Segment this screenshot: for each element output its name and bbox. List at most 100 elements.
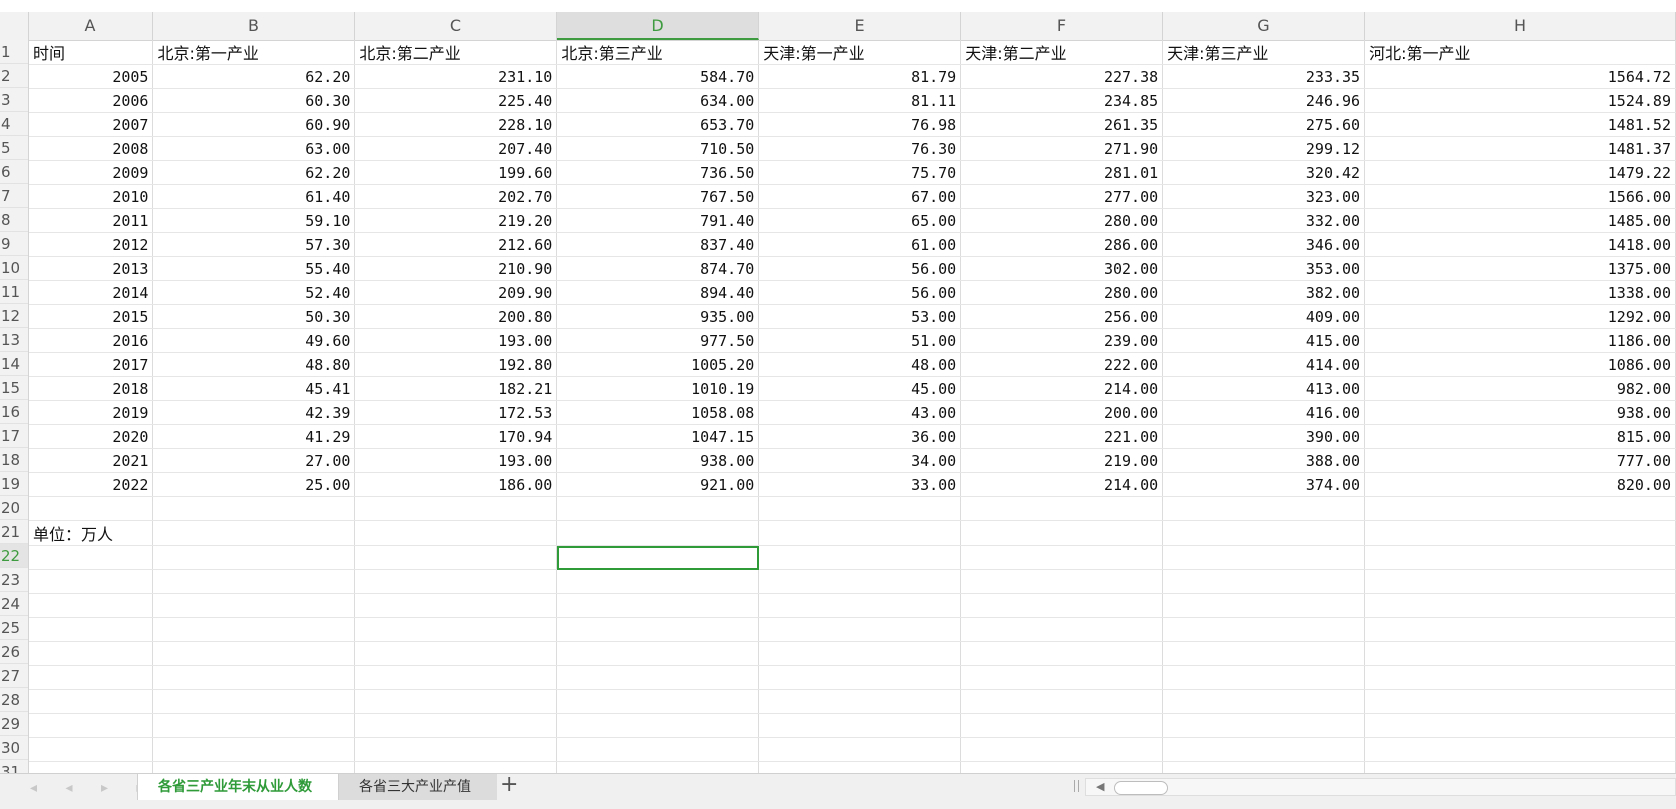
add-sheet-button[interactable]: + xyxy=(500,772,518,797)
column-header-d[interactable]: D xyxy=(557,12,759,40)
sheet-tab-second[interactable]: 各省三大产业产值 xyxy=(339,774,497,800)
cell-c29[interactable] xyxy=(354,713,558,738)
cell-b26[interactable] xyxy=(152,641,356,666)
cell-e20[interactable] xyxy=(758,496,962,521)
cell-b2[interactable]: 62.20 xyxy=(152,64,356,89)
cell-d28[interactable] xyxy=(556,689,760,714)
cell-e5[interactable]: 76.30 xyxy=(758,136,962,161)
row-header-23[interactable]: 23 xyxy=(0,568,28,592)
cell-b28[interactable] xyxy=(152,689,356,714)
cell-d20[interactable] xyxy=(556,496,760,521)
scroll-left-icon[interactable]: ◀ xyxy=(1096,779,1104,795)
row-header-7[interactable]: 7 xyxy=(0,184,28,208)
cell-e7[interactable]: 67.00 xyxy=(758,184,962,209)
column-header-b[interactable]: B xyxy=(153,12,355,40)
cell-e8[interactable]: 65.00 xyxy=(758,208,962,233)
cell-a9[interactable]: 2012 xyxy=(29,232,154,257)
cell-f19[interactable]: 214.00 xyxy=(960,472,1164,497)
cell-d17[interactable]: 1047.15 xyxy=(556,424,760,449)
cell-b5[interactable]: 63.00 xyxy=(152,136,356,161)
cell-c22[interactable] xyxy=(354,545,558,570)
cell-e14[interactable]: 48.00 xyxy=(758,352,962,377)
cell-g3[interactable]: 246.96 xyxy=(1162,88,1366,113)
cell-f24[interactable] xyxy=(960,593,1164,618)
cell-e2[interactable]: 81.79 xyxy=(758,64,962,89)
cell-d5[interactable]: 710.50 xyxy=(556,136,760,161)
cell-d12[interactable]: 935.00 xyxy=(556,304,760,329)
cell-h14[interactable]: 1086.00 xyxy=(1364,352,1676,377)
cell-b4[interactable]: 60.90 xyxy=(152,112,356,137)
cell-b7[interactable]: 61.40 xyxy=(152,184,356,209)
cell-f30[interactable] xyxy=(960,737,1164,762)
cell-g27[interactable] xyxy=(1162,665,1366,690)
cell-g20[interactable] xyxy=(1162,496,1366,521)
cell-b24[interactable] xyxy=(152,593,356,618)
cell-e19[interactable]: 33.00 xyxy=(758,472,962,497)
cell-b22[interactable] xyxy=(152,545,356,570)
cell-h15[interactable]: 982.00 xyxy=(1364,376,1676,401)
column-header-f[interactable]: F xyxy=(961,12,1163,40)
row-header-13[interactable]: 13 xyxy=(0,328,28,352)
column-header-c[interactable]: C xyxy=(355,12,557,40)
cell-d16[interactable]: 1058.08 xyxy=(556,400,760,425)
cell-g8[interactable]: 332.00 xyxy=(1162,208,1366,233)
cell-f11[interactable]: 280.00 xyxy=(960,280,1164,305)
cell-e12[interactable]: 53.00 xyxy=(758,304,962,329)
cell-b8[interactable]: 59.10 xyxy=(152,208,356,233)
cell-e10[interactable]: 56.00 xyxy=(758,256,962,281)
cell-e15[interactable]: 45.00 xyxy=(758,376,962,401)
cell-g23[interactable] xyxy=(1162,569,1366,594)
cell-a29[interactable] xyxy=(29,713,154,738)
cell-d26[interactable] xyxy=(556,641,760,666)
cell-f13[interactable]: 239.00 xyxy=(960,328,1164,353)
column-header-a[interactable]: A xyxy=(28,12,153,40)
cell-a26[interactable] xyxy=(29,641,154,666)
cell-e1[interactable]: 天津:第一产业 xyxy=(758,40,962,65)
cell-e26[interactable] xyxy=(758,641,962,666)
cell-a1[interactable]: 时间 xyxy=(29,40,154,65)
cell-g30[interactable] xyxy=(1162,737,1366,762)
cell-c12[interactable]: 200.80 xyxy=(354,304,558,329)
cell-d7[interactable]: 767.50 xyxy=(556,184,760,209)
cell-b29[interactable] xyxy=(152,713,356,738)
cell-a28[interactable] xyxy=(29,689,154,714)
cell-a17[interactable]: 2020 xyxy=(29,424,154,449)
cell-d10[interactable]: 874.70 xyxy=(556,256,760,281)
cell-a10[interactable]: 2013 xyxy=(29,256,154,281)
cell-g6[interactable]: 320.42 xyxy=(1162,160,1366,185)
cell-c1[interactable]: 北京:第二产业 xyxy=(354,40,558,65)
cell-e13[interactable]: 51.00 xyxy=(758,328,962,353)
cell-g17[interactable]: 390.00 xyxy=(1162,424,1366,449)
cell-f2[interactable]: 227.38 xyxy=(960,64,1164,89)
cell-c20[interactable] xyxy=(354,496,558,521)
cell-h24[interactable] xyxy=(1364,593,1676,618)
cell-g12[interactable]: 409.00 xyxy=(1162,304,1366,329)
cell-h27[interactable] xyxy=(1364,665,1676,690)
cell-d1[interactable]: 北京:第三产业 xyxy=(556,40,760,65)
cell-c25[interactable] xyxy=(354,617,558,642)
cell-h18[interactable]: 777.00 xyxy=(1364,448,1676,473)
cell-g16[interactable]: 416.00 xyxy=(1162,400,1366,425)
cell-h21[interactable] xyxy=(1364,520,1676,546)
cell-g19[interactable]: 374.00 xyxy=(1162,472,1366,497)
cell-b23[interactable] xyxy=(152,569,356,594)
cell-h13[interactable]: 1186.00 xyxy=(1364,328,1676,353)
cell-a7[interactable]: 2010 xyxy=(29,184,154,209)
cell-g22[interactable] xyxy=(1162,545,1366,570)
cell-e18[interactable]: 34.00 xyxy=(758,448,962,473)
row-header-8[interactable]: 8 xyxy=(0,208,28,232)
cell-b27[interactable] xyxy=(152,665,356,690)
cell-f5[interactable]: 271.90 xyxy=(960,136,1164,161)
cell-c9[interactable]: 212.60 xyxy=(354,232,558,257)
cell-f3[interactable]: 234.85 xyxy=(960,88,1164,113)
row-header-21[interactable]: 21 xyxy=(0,520,28,544)
cell-c27[interactable] xyxy=(354,665,558,690)
cell-c7[interactable]: 202.70 xyxy=(354,184,558,209)
cell-c3[interactable]: 225.40 xyxy=(354,88,558,113)
cell-d11[interactable]: 894.40 xyxy=(556,280,760,305)
cell-g4[interactable]: 275.60 xyxy=(1162,112,1366,137)
row-header-2[interactable]: 2 xyxy=(0,64,28,88)
cell-e4[interactable]: 76.98 xyxy=(758,112,962,137)
cell-d29[interactable] xyxy=(556,713,760,738)
cell-c2[interactable]: 231.10 xyxy=(354,64,558,89)
